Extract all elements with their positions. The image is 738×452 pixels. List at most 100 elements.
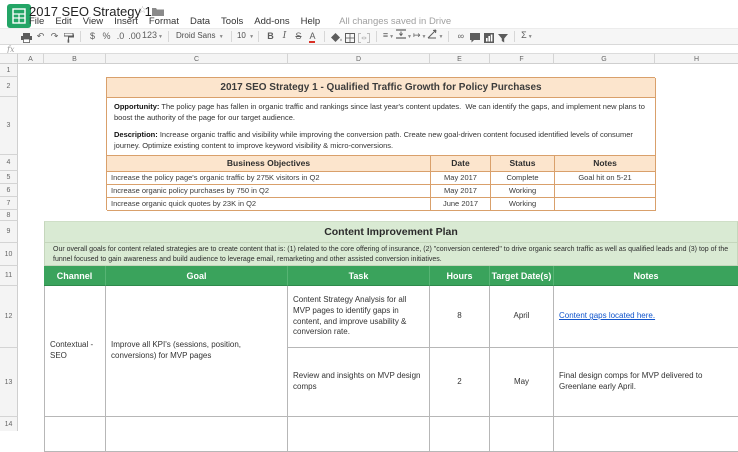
insert-comment-icon[interactable] — [468, 30, 481, 43]
text-wrap-button[interactable]: ↦▼ — [413, 28, 427, 45]
empty-cell[interactable] — [106, 417, 288, 452]
row-header-11[interactable]: 11 — [0, 266, 18, 286]
menu-tools[interactable]: Tools — [221, 16, 243, 28]
empty-cell[interactable] — [554, 417, 738, 452]
channel-header-cell[interactable]: Channel — [44, 266, 106, 286]
font-family-select[interactable]: Droid Sans ▼ — [174, 28, 226, 45]
date-cell[interactable]: May 2017 — [431, 172, 491, 185]
strategy-description-cell[interactable]: Opportunity: The policy page has fallen … — [107, 98, 656, 156]
plan-notes-header-cell[interactable]: Notes — [554, 266, 738, 286]
row-header-4[interactable]: 4 — [0, 155, 18, 171]
row-header-2[interactable]: 2 — [0, 77, 18, 97]
row-header-13[interactable]: 13 — [0, 348, 18, 417]
insert-link-icon[interactable]: ∞ — [454, 29, 467, 44]
row-header-1[interactable]: 1 — [0, 64, 18, 77]
status-header-cell[interactable]: Status — [491, 156, 555, 172]
text-rotation-button[interactable]: ▼ — [427, 28, 443, 45]
sheets-logo-icon[interactable] — [7, 4, 31, 28]
column-header-g[interactable]: G — [554, 53, 655, 64]
column-header-e[interactable]: E — [430, 53, 490, 64]
objective-cell[interactable]: Increase the policy page's organic traff… — [107, 172, 431, 185]
strategy-table-title-cell[interactable]: 2017 SEO Strategy 1 - Qualified Traffic … — [107, 78, 656, 98]
row-header-7[interactable]: 7 — [0, 197, 18, 210]
plan-notes-cell[interactable]: Content gaps located here. — [554, 286, 738, 348]
row-header-6[interactable]: 6 — [0, 184, 18, 197]
more-formats-button[interactable]: 123▼ — [142, 28, 163, 45]
status-cell[interactable]: Working — [491, 198, 555, 211]
strikethrough-button[interactable]: S — [292, 29, 305, 44]
date-header-cell[interactable]: Date — [431, 156, 491, 172]
task-cell[interactable]: Content Strategy Analysis for all MVP pa… — [288, 286, 430, 348]
empty-cell[interactable] — [44, 417, 106, 452]
plan-title-cell[interactable]: Content Improvement Plan — [44, 221, 738, 243]
decrease-decimal-icon[interactable]: .0 — [114, 29, 127, 44]
objective-cell[interactable]: Increase organic quick quotes by 23K in … — [107, 198, 431, 211]
target-date-cell[interactable]: April — [490, 286, 554, 348]
goal-cell[interactable]: Improve all KPI's (sessions, position, c… — [106, 286, 288, 417]
menu-view[interactable]: View — [83, 16, 103, 28]
objectives-header-cell[interactable]: Business Objectives — [107, 156, 431, 172]
notes-cell[interactable] — [555, 198, 656, 211]
print-icon[interactable] — [20, 30, 33, 43]
empty-cell[interactable] — [288, 417, 430, 452]
column-header-a[interactable]: A — [18, 53, 44, 64]
row-header-10[interactable]: 10 — [0, 243, 18, 266]
row-header-3[interactable]: 3 — [0, 97, 18, 155]
objective-cell[interactable]: Increase organic policy purchases by 750… — [107, 185, 431, 198]
notes-cell[interactable]: Goal hit on 5-21 — [555, 172, 656, 185]
row-header-5[interactable]: 5 — [0, 171, 18, 184]
menu-insert[interactable]: Insert — [114, 16, 138, 28]
menu-file[interactable]: File — [29, 16, 44, 28]
goal-header-cell[interactable]: Goal — [106, 266, 288, 286]
row-header-14[interactable]: 14 — [0, 417, 18, 431]
row-header-12[interactable]: 12 — [0, 286, 18, 348]
bold-button[interactable]: B — [264, 29, 277, 44]
hours-header-cell[interactable]: Hours — [430, 266, 490, 286]
folder-icon[interactable] — [152, 7, 164, 16]
row-header-9[interactable]: 9 — [0, 221, 18, 243]
star-icon[interactable]: ☆ — [138, 5, 147, 16]
save-status[interactable]: All changes saved in Drive — [339, 16, 451, 28]
menu-addons[interactable]: Add-ons — [254, 16, 289, 28]
task-cell[interactable]: Review and insights on MVP design comps — [288, 348, 430, 417]
redo-icon[interactable]: ↷ — [48, 29, 61, 44]
hours-cell[interactable]: 2 — [430, 348, 490, 417]
column-header-c[interactable]: C — [106, 53, 288, 64]
insert-chart-icon[interactable] — [482, 30, 495, 43]
empty-cell[interactable] — [430, 417, 490, 452]
fill-color-icon[interactable] — [330, 30, 343, 43]
merge-cells-icon[interactable] — [358, 30, 371, 43]
column-header-d[interactable]: D — [288, 53, 430, 64]
menu-edit[interactable]: Edit — [55, 16, 71, 28]
notes-header-cell[interactable]: Notes — [555, 156, 656, 172]
format-currency-icon[interactable]: $ — [86, 29, 99, 44]
menu-help[interactable]: Help — [301, 16, 321, 28]
status-cell[interactable]: Working — [491, 185, 555, 198]
formula-bar[interactable] — [0, 45, 738, 53]
row-header-8[interactable]: 8 — [0, 210, 18, 221]
notes-cell[interactable] — [555, 185, 656, 198]
paint-format-icon[interactable] — [62, 30, 75, 43]
column-header-b[interactable]: B — [44, 53, 106, 64]
menu-format[interactable]: Format — [149, 16, 179, 28]
filter-icon[interactable] — [496, 30, 509, 43]
vertical-align-button[interactable]: ▼ — [396, 28, 412, 45]
column-header-f[interactable]: F — [490, 53, 554, 64]
column-header-h[interactable]: H — [655, 53, 738, 64]
content-gaps-link[interactable]: Content gaps located here. — [559, 311, 655, 322]
plan-notes-cell[interactable]: Final design comps for MVP delivered to … — [554, 348, 738, 417]
menu-data[interactable]: Data — [190, 16, 210, 28]
hours-cell[interactable]: 8 — [430, 286, 490, 348]
channel-cell[interactable]: Contextual - SEO — [44, 286, 106, 417]
borders-button[interactable] — [344, 30, 357, 43]
status-cell[interactable]: Complete — [491, 172, 555, 185]
select-all-corner[interactable] — [0, 53, 18, 64]
target-date-cell[interactable]: May — [490, 348, 554, 417]
functions-button[interactable]: Σ▼ — [520, 28, 533, 45]
format-percent-icon[interactable]: % — [100, 29, 113, 44]
target-date-header-cell[interactable]: Target Date(s) — [490, 266, 554, 286]
font-size-select[interactable]: 10 ▼ — [237, 28, 253, 45]
date-cell[interactable]: May 2017 — [431, 185, 491, 198]
task-header-cell[interactable]: Task — [288, 266, 430, 286]
italic-button[interactable]: I — [278, 29, 291, 44]
